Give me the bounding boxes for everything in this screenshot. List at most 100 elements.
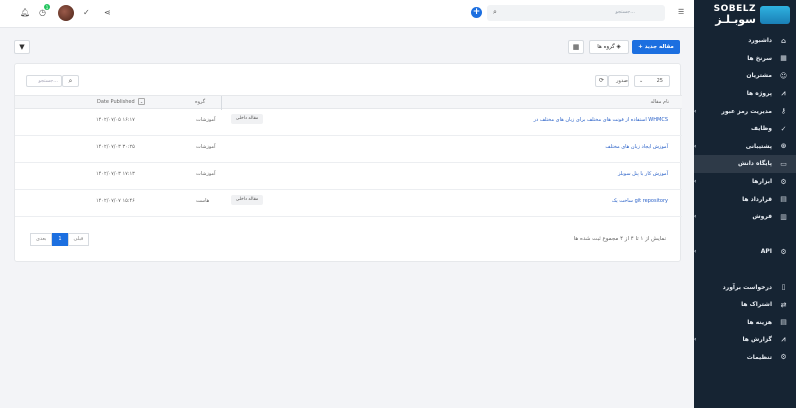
user-icon: ☺ <box>779 71 788 80</box>
sidebar-item-label: اشتراک ها <box>741 301 772 309</box>
new-article-button[interactable]: + مقاله جدید <box>632 40 680 54</box>
avatar[interactable] <box>58 5 74 21</box>
sidebar-item[interactable]: ‹ فروش ▥ <box>694 208 796 226</box>
top-bar: 🔔︎ ◷ 1 ✓ ⋖ + ⌕ جستجو... ☰ <box>0 0 694 28</box>
table-search-input[interactable]: جستجو... <box>26 75 62 87</box>
gears-icon: ⚙ <box>780 247 787 256</box>
table-info: نمایش از ۱ تا ۴ از ۴ مجموع ثبت شده ها <box>573 236 666 242</box>
global-search[interactable]: ⌕ جستجو... <box>487 5 665 21</box>
sidebar-item[interactable]: هزینه ها ▤ <box>694 314 796 332</box>
table-search-button[interactable]: ⌕ <box>62 75 79 87</box>
repeat-icon: ⇄ <box>780 300 787 309</box>
article-date: ۱۴۰۲/۰۷/۰۵ ۱۶:۱۷ <box>96 117 135 123</box>
article-date: ۱۴۰۲/۰۷/۰۷ ۱۵:۴۶ <box>96 198 135 204</box>
share-icon[interactable]: ⋖ <box>104 8 111 17</box>
sidebar-item-label: سرنخ ها <box>747 54 772 62</box>
prev-page-button[interactable]: قبلی <box>67 233 90 246</box>
per-page-value: 25 <box>656 78 663 84</box>
sidebar-item-label: تنظیمات <box>746 353 772 361</box>
menu-toggle-icon[interactable]: ☰ <box>678 8 684 16</box>
sidebar-item-label: مشتریان <box>746 72 772 80</box>
table-row: استفاده از فونت های مختلف برای زبان های … <box>15 109 682 136</box>
table-row: آموزش ایجاد زبان های مختلف آموزشات ۱۴۰۲/۰۷… <box>15 136 682 163</box>
sidebar-item-label: داشبورد <box>748 37 772 45</box>
search-icon: ⌕ <box>493 8 497 16</box>
internal-tag: مقاله داخلی <box>231 195 263 205</box>
article-title-link[interactable]: استفاده از فونت های مختلف برای زبان های … <box>534 117 668 123</box>
doc-icon: ▤ <box>780 318 787 327</box>
sidebar-item[interactable]: داشبورد ⌂ <box>694 32 796 50</box>
article-date: ۱۴۰۲/۰۷/۰۳ ۳۰:۲۵ <box>96 144 135 150</box>
sidebar-item-label: فروش <box>752 213 772 221</box>
article-title-link[interactable]: آموزش ایجاد زبان های مختلف <box>605 144 668 150</box>
sidebar-item[interactable]: ‹ مدیریت رمز عبور ⚷ <box>694 102 796 120</box>
sidebar-item[interactable]: ‹ ابزارها ⚙ <box>694 173 796 191</box>
sidebar-item[interactable]: پروژه ها ⩘ <box>694 85 796 103</box>
pagination: بعدی 1 قبلی <box>30 233 90 246</box>
articles-card: جستجو... ⌕ ⟳ صدور ⌄ 25 نام مقاله گروه Da… <box>14 63 682 262</box>
chart-icon: ⩘ <box>781 89 786 98</box>
page-1-button[interactable]: 1 <box>52 233 68 246</box>
logo-icon <box>760 6 790 24</box>
sidebar-item[interactable]: تنظیمات ⚙ <box>694 349 796 367</box>
file-icon: ▤ <box>780 195 787 204</box>
per-page-select[interactable]: ⌄ 25 <box>634 75 670 87</box>
article-title-link[interactable]: ساخت یک git repository <box>612 198 668 204</box>
export-button[interactable]: صدور <box>608 75 629 87</box>
sidebar-item[interactable]: وظایف ✓ <box>694 120 796 138</box>
check-icon[interactable]: ✓ <box>83 8 90 17</box>
refresh-button[interactable]: ⟳ <box>595 75 608 87</box>
sidebar-item[interactable]: قرارداد ها ▤ <box>694 190 796 208</box>
article-group: آموزشات <box>196 117 216 123</box>
sidebar-item[interactable]: پایگاه دانش ▭ <box>694 155 796 173</box>
sidebar-item[interactable]: ‹ پشتیبانی ⊛ <box>694 138 796 156</box>
sidebar-item-label: گزارش ها <box>742 336 772 344</box>
chevron-left-icon: ‹ <box>694 142 697 150</box>
graduation-cap-icon: ◈ <box>616 44 621 50</box>
col-divider <box>221 96 222 110</box>
sidebar-item-label: مدیریت رمز عبور <box>721 107 772 115</box>
sidebar-item-label: پایگاه دانش <box>737 160 772 168</box>
table-row: آموزش کار با پنل سوبلز آموزشات ۱۴۰۲/۰۷/۰۳ … <box>15 163 682 190</box>
col-name[interactable]: نام مقاله <box>650 99 669 105</box>
table-header: نام مقاله گروه Date Published ⌄ <box>15 95 682 110</box>
sidebar-item-label: API <box>760 248 772 256</box>
sidebar-item-label: پشتیبانی <box>745 142 772 150</box>
report-chart-icon: ⩘ <box>781 335 786 344</box>
sidebar: SOBELZ سوبـلـز داشبورد ⌂ سرنخ ها ▦ مشتریان ☺ پ… <box>694 0 796 408</box>
sidebar-item[interactable]: ‹ API ⚙ <box>694 243 796 261</box>
search-placeholder: جستجو... <box>615 9 635 15</box>
quick-add-button[interactable]: + <box>471 7 482 18</box>
article-group: هاست <box>196 198 210 204</box>
chevron-left-icon: ‹ <box>694 336 697 344</box>
file-outline-icon: ▯ <box>781 283 786 292</box>
sidebar-nav: داشبورد ⌂ سرنخ ها ▦ مشتریان ☺ پروژه ها ⩘ ‹ مدیریت… <box>694 32 796 366</box>
groups-button[interactable]: گروه ها ◈ <box>589 40 629 54</box>
filter-button[interactable]: ▼ <box>14 40 30 54</box>
key-icon: ⚷ <box>780 107 787 116</box>
chevron-left-icon: ‹ <box>694 178 697 186</box>
article-title-link[interactable]: آموزش کار با پنل سوبلز <box>618 171 668 177</box>
table-view-button[interactable]: ▦ <box>568 40 584 54</box>
settings-icon: ⚙ <box>780 353 787 362</box>
sidebar-item[interactable]: مشتریان ☺ <box>694 67 796 85</box>
internal-tag: مقاله داخلی <box>231 114 263 124</box>
sidebar-item[interactable]: اشتراک ها ⇄ <box>694 296 796 314</box>
article-group: آموزشات <box>196 171 216 177</box>
sort-icon[interactable]: ⌄ <box>138 98 145 105</box>
cogs-icon: ⚙ <box>780 177 787 186</box>
folder-icon: ▭ <box>780 159 787 168</box>
chevron-left-icon: ‹ <box>694 107 697 115</box>
col-group[interactable]: گروه <box>195 99 205 105</box>
bell-icon[interactable]: 🔔︎ <box>20 8 30 17</box>
sidebar-item[interactable]: ‹ گزارش ها ⩘ <box>694 331 796 349</box>
sidebar-item <box>694 261 796 279</box>
brand[interactable]: SOBELZ سوبـلـز <box>694 0 796 30</box>
sidebar-item[interactable]: سرنخ ها ▦ <box>694 50 796 68</box>
next-page-button[interactable]: بعدی <box>30 233 53 246</box>
support-icon: ⊛ <box>780 142 787 151</box>
chevron-left-icon: ‹ <box>694 213 697 221</box>
sidebar-item[interactable]: درخواست برآورد ▯ <box>694 278 796 296</box>
col-date[interactable]: Date Published <box>97 99 135 105</box>
sidebar-item-label: قرارداد ها <box>742 195 772 203</box>
